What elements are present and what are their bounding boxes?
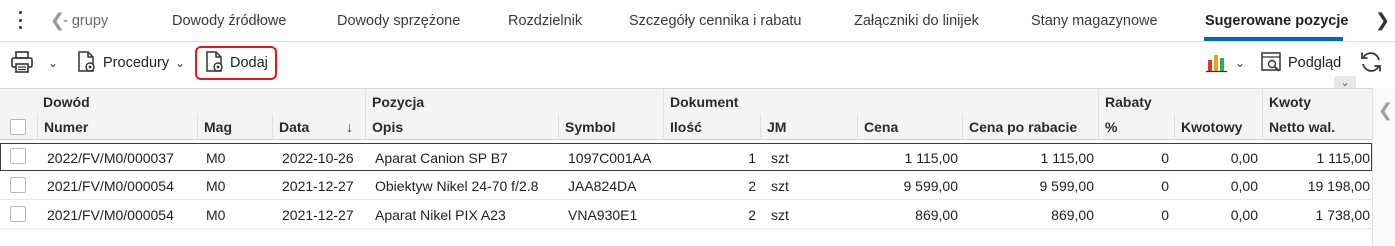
chevron-down-icon[interactable]: ⌄ xyxy=(175,56,185,70)
col-numer[interactable]: Numer xyxy=(37,114,197,140)
cell-kwotowy: 0,00 xyxy=(1230,150,1258,166)
cell-numer: 2021/FV/M0/000054 xyxy=(47,178,174,194)
cell-cena-po-rabacie: 1 115,00 xyxy=(1040,150,1094,166)
cell-netto: 19 198,00 xyxy=(1307,178,1370,194)
cell-symbol: 1097C001AA xyxy=(568,150,652,166)
tab-dowody-zrodlowe[interactable]: Dowody źródłowe xyxy=(172,0,286,42)
active-tab-indicator xyxy=(1204,37,1343,41)
cell-cena: 869,00 xyxy=(915,207,958,223)
cell-procent: 0 xyxy=(1161,150,1169,166)
cell-opis: Aparat Canion SP B7 xyxy=(375,150,508,166)
document-gear-icon xyxy=(203,50,227,77)
print-button[interactable]: ⌄ xyxy=(10,47,58,79)
group-dowod: Dowód xyxy=(43,94,90,110)
col-mag[interactable]: Mag xyxy=(197,114,272,140)
row-checkbox[interactable] xyxy=(10,148,26,164)
chevron-right-icon[interactable]: ❯ xyxy=(1375,8,1390,32)
tab-zalaczniki[interactable]: Załączniki do linijek xyxy=(854,0,979,42)
col-netto-wal[interactable]: Netto wal. xyxy=(1262,114,1372,140)
group-kwoty: Kwoty xyxy=(1262,89,1311,115)
cell-data: 2021-12-27 xyxy=(282,207,354,223)
cell-cena: 9 599,00 xyxy=(903,178,959,194)
table-row[interactable]: 2021/FV/M0/000054 M0 2021-12-27 Obiektyw… xyxy=(0,172,1372,200)
cell-netto: 1 115,00 xyxy=(1316,150,1370,166)
podglad-button[interactable]: Podgląd xyxy=(1260,47,1341,79)
tab-sugerowane-pozycje[interactable]: Sugerowane pozycje xyxy=(1205,0,1348,42)
cell-netto: 1 738,00 xyxy=(1315,207,1371,223)
dodaj-label: Dodaj xyxy=(230,55,268,71)
dodaj-button[interactable]: Dodaj xyxy=(195,46,277,80)
cell-jm: szt xyxy=(771,150,789,166)
chevron-left-icon[interactable]: ❮ xyxy=(1378,100,1393,121)
cell-mag: M0 xyxy=(206,207,226,223)
group-pozycja: Pozycja xyxy=(365,89,424,115)
col-symbol[interactable]: Symbol xyxy=(558,114,663,140)
tab-grupy[interactable]: - grupy xyxy=(63,0,108,42)
cell-mag: M0 xyxy=(206,178,226,194)
cell-cena-po-rabacie: 9 599,00 xyxy=(1039,178,1095,194)
chevron-down-icon[interactable]: ⌄ xyxy=(48,56,58,70)
col-opis[interactable]: Opis xyxy=(365,114,558,140)
cell-opis: Obiektyw Nikel 24-70 f/2.8 xyxy=(375,178,539,194)
row-checkbox[interactable] xyxy=(10,206,26,222)
col-ilosc[interactable]: Ilość xyxy=(663,114,760,140)
refresh-icon xyxy=(1358,49,1384,78)
cell-cena-po-rabacie: 869,00 xyxy=(1051,207,1094,223)
col-cena[interactable]: Cena xyxy=(857,114,962,140)
procedury-label: Procedury xyxy=(103,55,170,71)
tab-rozdzielnik[interactable]: Rozdzielnik xyxy=(508,0,582,42)
refresh-button[interactable] xyxy=(1358,47,1384,79)
tab-szczegoly-cennika[interactable]: Szczegóły cennika i rabatu xyxy=(629,0,802,42)
cell-ilosc: 2 xyxy=(748,178,756,194)
col-kwotowy[interactable]: Kwotowy xyxy=(1174,114,1262,140)
cell-procent: 0 xyxy=(1161,207,1169,223)
tab-stany-magazynowe[interactable]: Stany magazynowe xyxy=(1031,0,1158,42)
cell-ilosc: 1 xyxy=(748,150,756,166)
row-checkbox[interactable] xyxy=(10,177,26,193)
table-row[interactable]: 2022/FV/M0/000037 M0 2022-10-26 Aparat C… xyxy=(0,143,1372,171)
printer-icon xyxy=(10,50,36,77)
group-dokument: Dokument xyxy=(663,89,738,115)
col-cena-po-rabacie[interactable]: Cena po rabacie xyxy=(962,114,1098,140)
table-row[interactable]: 2021/FV/M0/000054 M0 2021-12-27 Aparat N… xyxy=(0,201,1372,229)
tab-dowody-sprzezone[interactable]: Dowody sprzężone xyxy=(337,0,460,42)
cell-symbol: JAA824DA xyxy=(568,178,637,194)
cell-jm: szt xyxy=(771,207,789,223)
select-all-checkbox[interactable] xyxy=(10,119,26,135)
cell-procent: 0 xyxy=(1161,178,1169,194)
sort-descending-icon[interactable]: ↓ xyxy=(346,114,353,140)
cell-kwotowy: 0,00 xyxy=(1230,178,1258,194)
cell-numer: 2021/FV/M0/000054 xyxy=(47,207,174,223)
group-header-row: Dowód Pozycja Dokument Rabaty Kwoty xyxy=(0,88,1372,115)
procedury-button[interactable]: Procedury ⌄ xyxy=(75,47,185,79)
cell-data: 2021-12-27 xyxy=(282,178,354,194)
col-jm[interactable]: JM xyxy=(760,114,857,140)
chevron-down-icon: ⌄ xyxy=(1340,77,1350,89)
toolbar: ⌄ Procedury ⌄ Dodaj ⌄ Podgląd xyxy=(0,43,1395,87)
chevron-down-icon[interactable]: ⌄ xyxy=(1235,56,1245,70)
bar-chart-icon xyxy=(1205,50,1231,77)
cell-mag: M0 xyxy=(206,150,226,166)
cell-ilosc: 2 xyxy=(748,207,756,223)
kebab-menu-icon[interactable] xyxy=(12,9,28,31)
cell-jm: szt xyxy=(771,178,789,194)
cell-symbol: VNA930E1 xyxy=(568,207,638,223)
document-gear-icon xyxy=(75,50,99,77)
cell-data: 2022-10-26 xyxy=(282,150,354,166)
cell-opis: Aparat Nikel PIX A23 xyxy=(375,207,506,223)
cell-kwotowy: 0,00 xyxy=(1230,207,1258,223)
column-header-row: Numer Mag Data ↓ Opis Symbol Ilość JM Ce… xyxy=(0,114,1372,140)
cell-cena: 1 115,00 xyxy=(904,150,958,166)
col-procent[interactable]: % xyxy=(1098,114,1174,140)
tab-bar: ❮ - grupy Dowody źródłowe Dowody sprzężo… xyxy=(0,0,1395,42)
chart-button[interactable]: ⌄ xyxy=(1205,47,1245,79)
group-rabaty: Rabaty xyxy=(1098,89,1152,115)
cell-numer: 2022/FV/M0/000037 xyxy=(47,150,174,166)
podglad-label: Podgląd xyxy=(1288,55,1342,71)
preview-icon xyxy=(1260,50,1284,77)
